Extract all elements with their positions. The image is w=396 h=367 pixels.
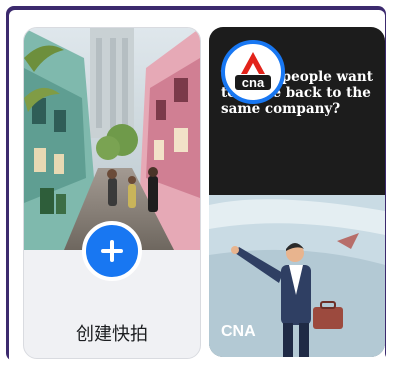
plus-icon	[101, 240, 123, 262]
story-author-avatar[interactable]: cna	[221, 40, 285, 104]
cna-logo-text: cna	[242, 75, 265, 90]
street-photo	[24, 28, 200, 250]
story-author-name: CNA	[221, 323, 256, 340]
create-story-card[interactable]: 创建快拍	[23, 27, 201, 359]
cna-logo-icon: cna	[227, 46, 279, 98]
add-story-button[interactable]	[82, 221, 142, 281]
create-story-label: 创建快拍	[76, 324, 148, 345]
